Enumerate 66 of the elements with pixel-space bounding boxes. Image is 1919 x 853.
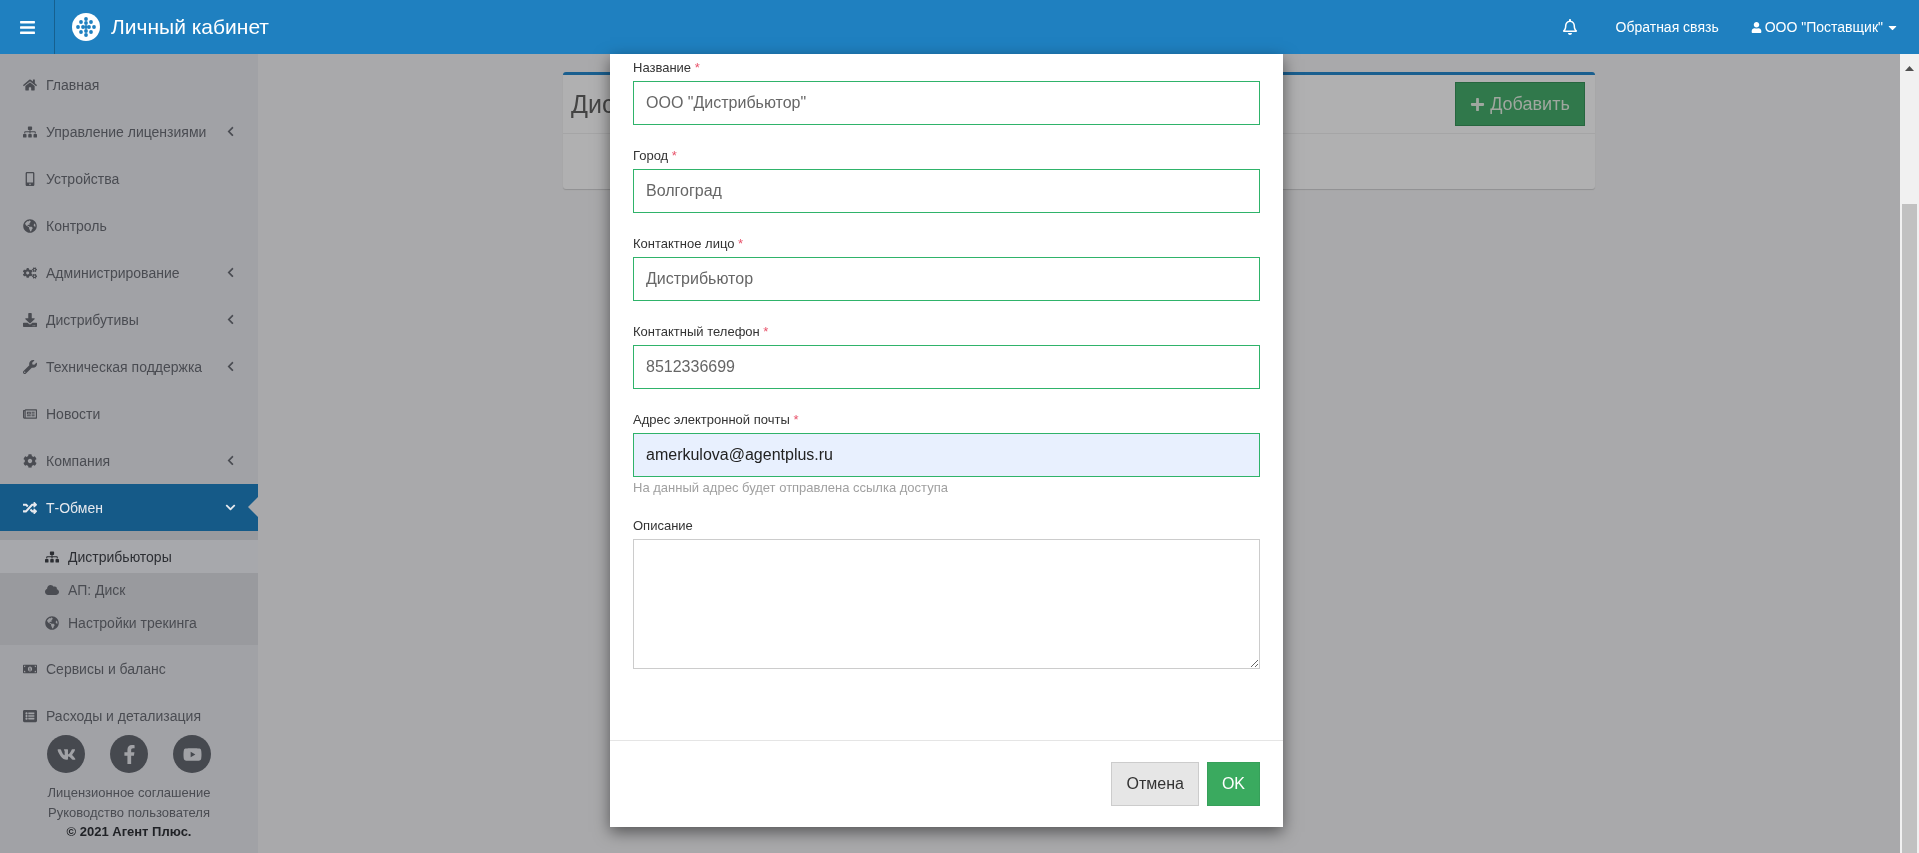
- description-field[interactable]: [633, 539, 1260, 669]
- plus-icon: [1470, 96, 1486, 112]
- field-label-text: Название: [633, 60, 692, 75]
- sidebar-item[interactable]: Администрирование: [0, 249, 258, 296]
- sidebar-item[interactable]: Управление лицензиями: [0, 108, 258, 155]
- sidebar-item[interactable]: Т-Обмен: [0, 484, 258, 531]
- scrollbar[interactable]: [1900, 54, 1919, 853]
- field-label: Описание: [633, 517, 694, 535]
- sidebar-item[interactable]: Новости: [0, 390, 258, 437]
- add-button[interactable]: Добавить: [1455, 82, 1585, 126]
- required-mark: *: [671, 148, 677, 163]
- sidebar-item[interactable]: Расходы и детализация: [0, 692, 258, 739]
- copyright: © 2021 Агент Плюс.: [65, 823, 193, 841]
- input-field[interactable]: ООО "Дистрибьютор": [633, 81, 1260, 125]
- gears-icon: [22, 265, 38, 280]
- help-text: На данный адрес будет отправлена ссылка доступа: [633, 480, 949, 495]
- field-label-text: Контактное лицо: [633, 236, 735, 251]
- active-pointer: [248, 497, 258, 517]
- required-mark: *: [694, 60, 700, 75]
- user-icon: [1750, 21, 1762, 33]
- submenu-item[interactable]: АП: Диск: [0, 573, 258, 606]
- sitemap-icon: [22, 124, 38, 139]
- required-mark: *: [763, 324, 769, 339]
- field-label-text: Адрес электронной почты: [633, 412, 790, 427]
- input-field[interactable]: Дистрибьютор: [633, 257, 1260, 301]
- footer-link[interactable]: Лицензионное соглашение: [0, 783, 258, 803]
- sidebar-item[interactable]: Компания: [0, 437, 258, 484]
- globe-icon: [44, 615, 60, 630]
- input-field[interactable]: Волгоград: [633, 169, 1260, 213]
- sitemap-icon: [44, 549, 60, 564]
- input-field[interactable]: 8512336699: [633, 345, 1260, 389]
- facebook-link[interactable]: [110, 735, 148, 773]
- submenu-item[interactable]: Настройки трекинга: [0, 606, 258, 639]
- sidebar-item[interactable]: Дистрибутивы: [0, 296, 258, 343]
- cancel-button[interactable]: Отмена: [1111, 762, 1199, 806]
- field-label-text: Контактный телефон: [633, 324, 760, 339]
- required-mark: *: [793, 412, 799, 427]
- sidebar-item[interactable]: Контроль: [0, 202, 258, 249]
- feedback-link[interactable]: Обратная связь: [1615, 19, 1719, 35]
- download-icon: [22, 312, 38, 327]
- cloud-icon: [44, 582, 60, 597]
- ok-button[interactable]: OK: [1206, 762, 1260, 806]
- youtube-link[interactable]: [173, 735, 211, 773]
- sidebar-item[interactable]: Техническая поддержка: [0, 343, 258, 390]
- input-field[interactable]: amerkulova@agentplus.ru: [633, 433, 1260, 477]
- sidebar-item[interactable]: Устройства: [0, 155, 258, 202]
- sidebar-item[interactable]: Сервисы и баланс: [0, 645, 258, 692]
- required-mark: *: [738, 236, 744, 251]
- sidebar-item[interactable]: Главная: [0, 61, 258, 108]
- vk-link[interactable]: [47, 735, 85, 773]
- submenu-item[interactable]: Дистрибьюторы: [0, 540, 258, 573]
- wrench-icon: [22, 359, 38, 374]
- home-icon: [22, 77, 38, 92]
- globe-icon: [22, 218, 38, 233]
- menu-icon: [18, 18, 36, 36]
- gear-icon: [22, 453, 38, 468]
- app-title: Личный кабинет: [111, 15, 269, 39]
- logo-icon: [72, 13, 100, 41]
- notifications-button[interactable]: [1561, 19, 1578, 35]
- user-menu[interactable]: ООО "Поставщик": [1750, 19, 1899, 35]
- footer-link[interactable]: Руководство пользователя: [0, 803, 258, 823]
- field-label-text: Город: [633, 148, 669, 163]
- shuffle-icon: [22, 500, 38, 515]
- newspaper-icon: [22, 406, 38, 421]
- bell-icon: [1561, 19, 1578, 35]
- list-icon: [22, 708, 38, 723]
